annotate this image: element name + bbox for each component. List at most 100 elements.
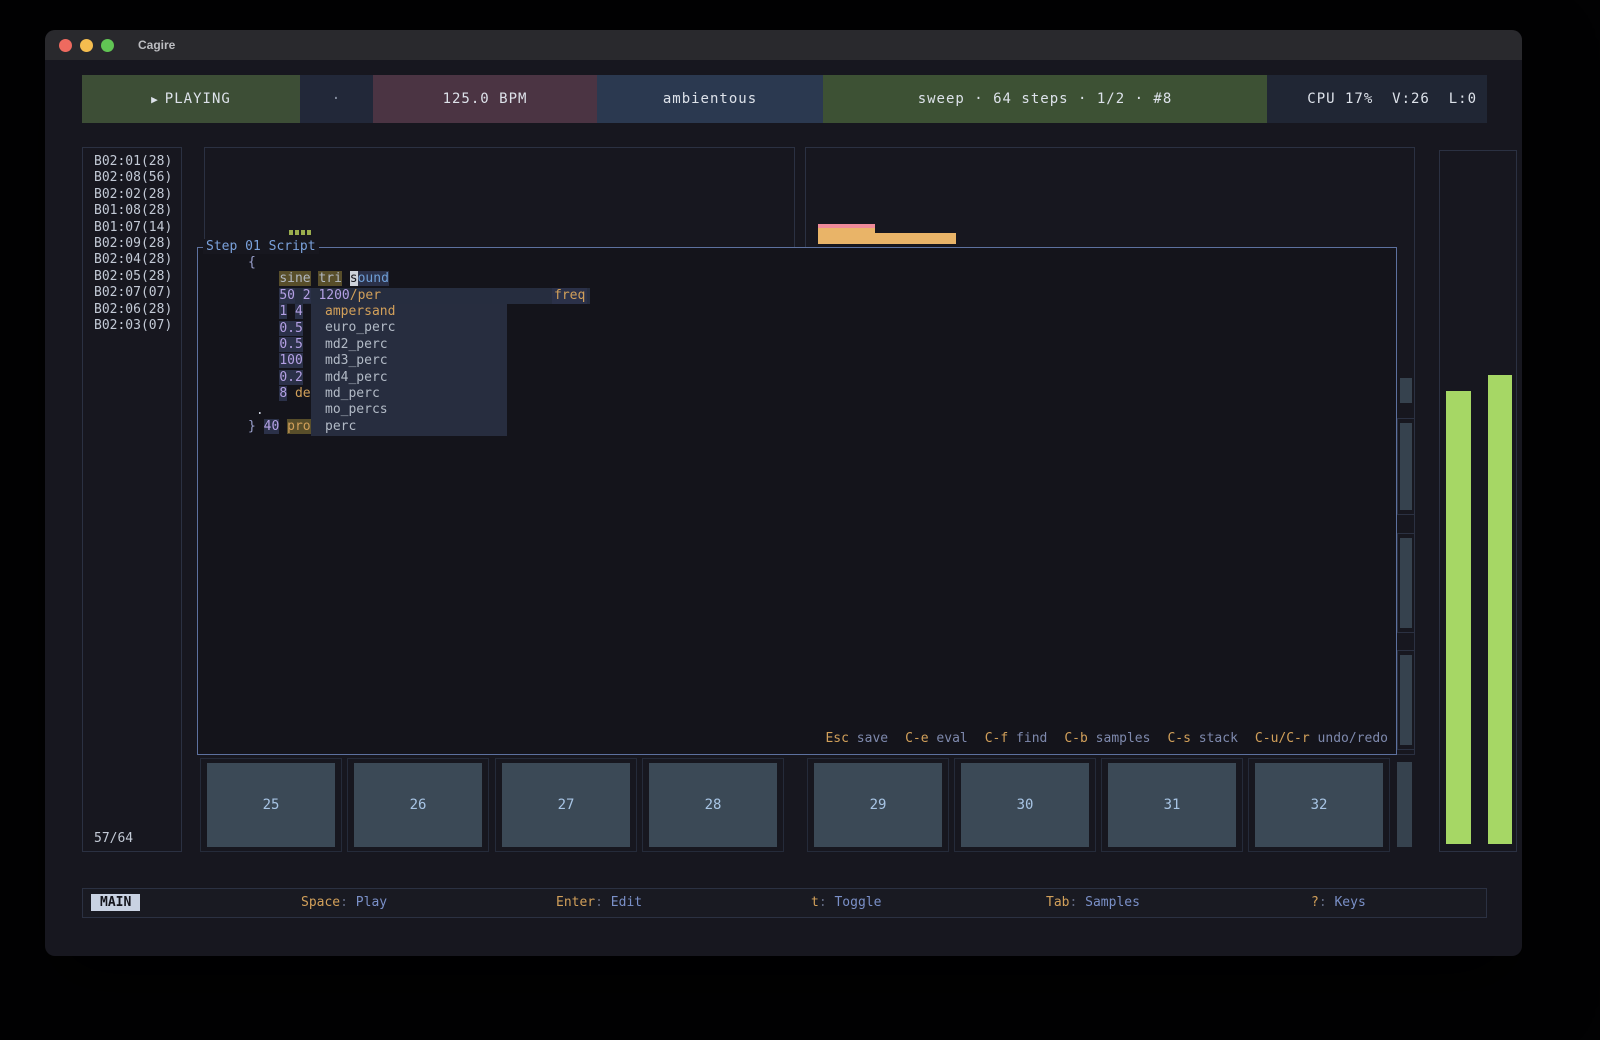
status-key: t [811, 895, 819, 910]
status-separator: : [1319, 895, 1335, 910]
step-progress-dots [289, 230, 311, 235]
status-keybind: ?: Keys [1311, 889, 1366, 917]
transport-playing-indicator[interactable]: ▶PLAYING [82, 75, 300, 123]
status-key: Space [301, 895, 340, 910]
step-button[interactable]: 29 [814, 763, 942, 847]
sample-list-item[interactable]: B01:08(28) [83, 203, 181, 219]
code-token [287, 304, 295, 319]
minimize-window-icon[interactable] [80, 39, 93, 52]
status-keybind: t: Toggle [811, 889, 881, 917]
zoom-window-icon[interactable] [101, 39, 114, 52]
code-token [248, 304, 279, 319]
keybind-label: undo/redo [1318, 731, 1388, 746]
editor-title: Step 01 Script [203, 239, 319, 254]
autocomplete-item[interactable]: ampersand [311, 304, 507, 320]
code-token: ound [358, 271, 389, 286]
code-token: . [248, 403, 264, 418]
sample-list-item[interactable]: B02:05(28) [83, 269, 181, 285]
keybind-key: C-e [905, 731, 928, 746]
autocomplete-popup[interactable]: ampersandeuro_percmd2_percmd3_percmd4_pe… [311, 304, 507, 436]
patch-name-display[interactable]: ambientous [597, 75, 823, 123]
step-cell: 28 [642, 758, 784, 852]
sample-sidebar: B02:01(28)B02:08(56)B02:02(28)B01:08(28)… [82, 147, 182, 852]
code-token: { [248, 255, 256, 270]
code-token [303, 337, 311, 352]
code-token [303, 321, 311, 336]
code-token [248, 370, 279, 385]
keybind-label: find [1016, 731, 1047, 746]
code-token [248, 271, 279, 286]
envelope-segment-tall [818, 224, 875, 244]
step-cell: 27 [495, 758, 637, 852]
step-cell: 29 [807, 758, 949, 852]
code-token [256, 419, 264, 434]
script-editor[interactable]: Step 01 Script { sine tri sound 50 2 120… [197, 247, 1397, 755]
sample-list-item[interactable]: B01:07(14) [83, 220, 181, 236]
code-token: 1 [279, 304, 287, 319]
keybind: Esc save [825, 731, 888, 746]
status-label: Keys [1334, 895, 1365, 910]
status-keybind: Enter: Edit [556, 889, 642, 917]
code-token [279, 419, 287, 434]
sample-list-item[interactable]: B02:04(28) [83, 252, 181, 268]
step-button[interactable]: 26 [354, 763, 482, 847]
step-button[interactable]: 27 [502, 763, 630, 847]
grid-cell-sliver [1400, 538, 1412, 628]
title-bar: Cagire [45, 30, 1522, 60]
autocomplete-item[interactable]: md3_perc [311, 353, 507, 369]
sample-list-item[interactable]: B02:08(56) [83, 170, 181, 186]
sample-list-item[interactable]: B02:01(28) [83, 154, 181, 170]
code-token [303, 304, 311, 319]
autocomplete-item[interactable]: md_perc [311, 386, 507, 402]
grid-cell-sliver [1400, 655, 1412, 745]
code-token [295, 288, 303, 303]
step-button[interactable]: 30 [961, 763, 1089, 847]
code-token [287, 386, 295, 401]
vu-meter-left [1446, 391, 1471, 844]
sample-list-item[interactable]: B02:02(28) [83, 187, 181, 203]
sequence-info-display[interactable]: sweep · 64 steps · 1/2 · #8 [823, 75, 1267, 123]
close-window-icon[interactable] [59, 39, 72, 52]
sample-list-item[interactable]: B02:06(28) [83, 302, 181, 318]
step-button[interactable]: 28 [649, 763, 777, 847]
code-token: s [350, 271, 358, 286]
status-label: Play [356, 895, 387, 910]
status-keybind: Tab: Samples [1046, 889, 1140, 917]
status-label: Edit [611, 895, 642, 910]
bpm-display[interactable]: 125.0 BPM [373, 75, 597, 123]
keybind-key: C-f [985, 731, 1008, 746]
step-button[interactable]: 32 [1255, 763, 1383, 847]
autocomplete-item[interactable]: md2_perc [311, 337, 507, 353]
vu-meter-right [1488, 375, 1512, 844]
sample-list-item[interactable]: B02:09(28) [83, 236, 181, 252]
keybind-label: samples [1096, 731, 1151, 746]
code-line: 50 2 1200/perfreq [248, 288, 590, 304]
sample-list-item[interactable]: B02:07(07) [83, 285, 181, 301]
step-cell: 25 [200, 758, 342, 852]
app-window: Cagire ▶PLAYING · 125.0 BPM ambientous s… [45, 30, 1522, 956]
step-button[interactable]: 25 [207, 763, 335, 847]
step-counter: 57/64 [94, 831, 133, 846]
status-label: Samples [1085, 895, 1140, 910]
code-token: 0.2 [279, 370, 302, 385]
autocomplete-item[interactable]: euro_perc [311, 320, 507, 336]
step-cell: 32 [1248, 758, 1390, 852]
keybind: C-u/C-r undo/redo [1255, 731, 1388, 746]
step-cell: 31 [1101, 758, 1243, 852]
autocomplete-item[interactable]: perc [311, 419, 507, 435]
keybind-key: C-s [1167, 731, 1190, 746]
step-button[interactable]: 31 [1108, 763, 1236, 847]
code-indent [248, 288, 279, 303]
autocomplete-item[interactable]: mo_percs [311, 402, 507, 418]
envelope-segment-low [875, 233, 956, 244]
sample-list-item[interactable]: B02:03(07) [83, 318, 181, 334]
code-token: tri [318, 271, 341, 286]
keybind: C-b samples [1064, 731, 1150, 746]
code-token: /per [350, 288, 381, 303]
autocomplete-item[interactable]: md4_perc [311, 370, 507, 386]
play-icon: ▶ [151, 93, 159, 106]
code-token: 8 [279, 386, 287, 401]
status-bar: MAIN Space: PlayEnter: Editt: ToggleTab:… [82, 888, 1487, 918]
keybind: C-e eval [905, 731, 968, 746]
beat-dot-indicator: · [300, 75, 373, 123]
